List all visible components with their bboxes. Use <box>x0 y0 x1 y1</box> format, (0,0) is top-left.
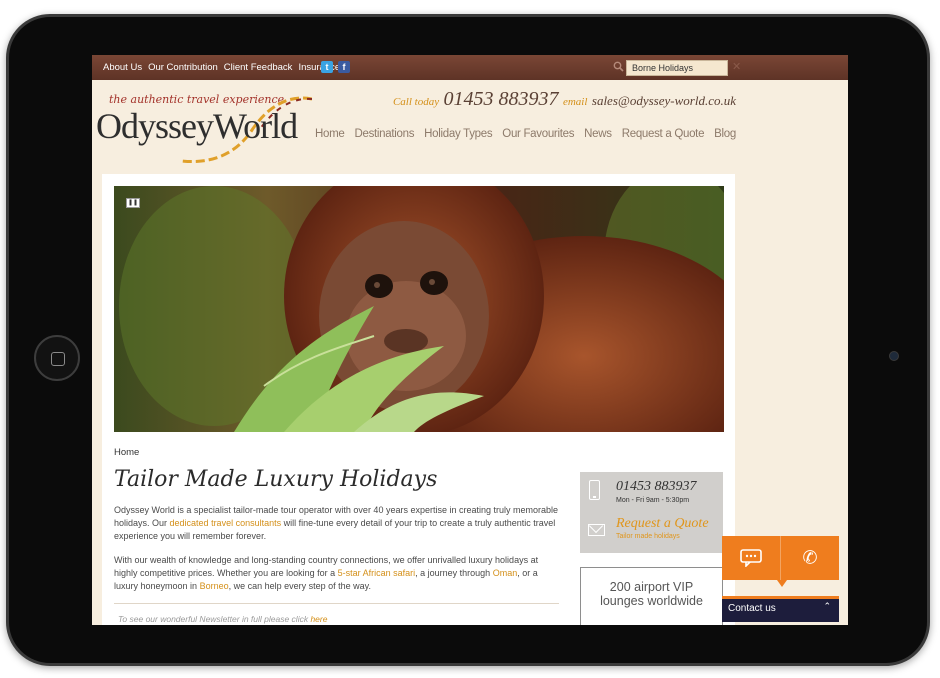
page-title: Tailor Made Luxury Holidays <box>114 467 438 492</box>
nav-blog[interactable]: Blog <box>714 128 736 140</box>
main-nav: Home Destinations Holiday Types Our Favo… <box>315 128 736 140</box>
vip-line-2: lounges worldwide <box>600 594 703 608</box>
call-today-label: Call today <box>392 96 440 108</box>
email-label: email <box>562 96 588 108</box>
divider <box>114 603 559 604</box>
newsletter-link[interactable]: here <box>310 614 327 624</box>
vip-line-1: 200 airport VIP <box>609 580 694 594</box>
home-icon <box>51 352 65 366</box>
tailor-made-label: Tailor made holidays <box>616 533 680 540</box>
slider-pause-icon[interactable]: ❚❚ <box>126 198 140 208</box>
twitter-icon[interactable]: t <box>321 61 333 73</box>
header-phone[interactable]: 01453 883937 <box>444 88 559 110</box>
widget-pointer <box>777 580 787 587</box>
contact-us-bar[interactable]: Contact us ⌃ <box>722 596 839 622</box>
vip-lounges-banner[interactable]: 200 airport VIP lounges worldwide <box>580 567 723 625</box>
link-oman[interactable]: Oman <box>493 568 518 578</box>
intro-text: , we can help every step of the way. <box>228 581 372 591</box>
link-travel-consultants[interactable]: dedicated travel consultants <box>170 518 282 528</box>
phone-call-icon: ✆ <box>802 547 818 569</box>
clear-search-icon[interactable]: ✕ <box>732 60 741 74</box>
intro-paragraph-1: Odyssey World is a specialist tailor-mad… <box>114 504 562 543</box>
header-email[interactable]: sales@odyssey-world.co.uk <box>592 93 736 108</box>
link-african-safari[interactable]: 5-star African safari <box>338 568 416 578</box>
home-button[interactable] <box>34 335 80 381</box>
content-panel: ❚❚ Home Tailor Made Luxury Holidays Odys… <box>102 174 735 625</box>
contact-us-label: Contact us <box>728 603 776 614</box>
breadcrumb[interactable]: Home <box>114 447 139 458</box>
call-button[interactable]: ✆ <box>780 536 839 580</box>
nav-holiday-types[interactable]: Holiday Types <box>424 128 492 140</box>
top-link-about[interactable]: About Us <box>103 62 142 73</box>
hero-image-orangutan: ❚❚ <box>114 186 724 432</box>
contact-widget: ✆ Contact us ⌃ <box>722 536 839 622</box>
nav-home[interactable]: Home <box>315 128 345 140</box>
envelope-icon <box>588 524 605 536</box>
link-borneo[interactable]: Borneo <box>200 581 229 591</box>
nav-destinations[interactable]: Destinations <box>354 128 414 140</box>
newsletter-note: To see our wonderful Newsletter in full … <box>118 614 327 624</box>
newsletter-text: To see our wonderful Newsletter in full … <box>118 614 311 624</box>
search-input[interactable]: Borne Holidays <box>626 60 728 76</box>
top-bar: About Us Our Contribution Client Feedbac… <box>92 55 848 80</box>
nav-our-favourites[interactable]: Our Favourites <box>502 128 574 140</box>
contact-phone[interactable]: 01453 883937 <box>616 479 697 495</box>
mobile-phone-icon <box>589 480 600 500</box>
site-logo[interactable]: OdysseyWorld <box>96 105 298 147</box>
contact-box: 01453 883937 Mon - Fri 9am - 5:30pm Requ… <box>580 472 723 553</box>
contact-hours: Mon - Fri 9am - 5:30pm <box>616 497 690 504</box>
nav-news[interactable]: News <box>584 128 612 140</box>
header-contact: Call today 01453 883937 email sales@odys… <box>393 88 736 111</box>
chat-button[interactable] <box>722 536 780 580</box>
top-nav: About Us Our Contribution Client Feedbac… <box>103 55 340 80</box>
top-link-contribution[interactable]: Our Contribution <box>148 62 218 73</box>
chevron-up-icon: ⌃ <box>823 602 831 612</box>
top-link-feedback[interactable]: Client Feedback <box>224 62 293 73</box>
widget-buttons: ✆ <box>722 536 839 580</box>
intro-text: , a journey through <box>415 568 493 578</box>
facebook-icon[interactable]: f <box>338 61 350 73</box>
nav-request-quote[interactable]: Request a Quote <box>622 128 705 140</box>
camera-icon <box>889 351 899 361</box>
request-quote-link[interactable]: Request a Quote <box>616 516 709 532</box>
chat-bubble-icon <box>740 549 762 567</box>
intro-paragraph-2: With our wealth of knowledge and long-st… <box>114 554 562 593</box>
social-links: t f <box>321 61 350 73</box>
hero-illustration <box>114 186 724 432</box>
search-icon[interactable] <box>613 61 624 72</box>
